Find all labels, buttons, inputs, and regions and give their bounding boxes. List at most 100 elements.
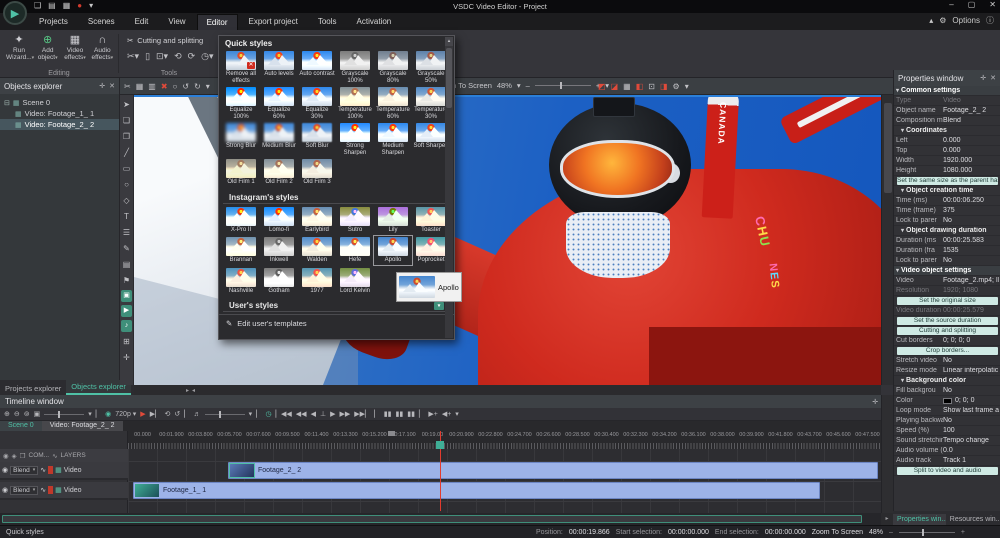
property-row[interactable]: ▾ Background color [894, 376, 1000, 386]
property-action-button[interactable]: Set the source duration [897, 317, 998, 325]
property-row[interactable]: Video Footage_2.mp4; ID [894, 276, 1000, 286]
clock-icon[interactable]: ◷ [266, 410, 272, 418]
property-row[interactable]: Left 0.000 [894, 136, 1000, 146]
preview-vertical-scrollbar[interactable] [881, 95, 893, 385]
property-row[interactable]: Video duration 00:00:25.579 [894, 306, 1000, 316]
zoom-out-icon[interactable]: ⊖ [14, 410, 20, 418]
timeline-horizontal-scrollbar[interactable] [0, 513, 881, 525]
set-cursor-icon[interactable]: ⊥ [320, 410, 326, 418]
timeline-clip[interactable]: Footage_1_ 1 [133, 482, 820, 499]
zoom-reset-icon[interactable]: ⊚ [24, 410, 30, 418]
loop-icon[interactable]: ⟲ [164, 410, 170, 418]
property-value[interactable]: No [943, 387, 999, 394]
prev-frame-icon[interactable]: ◀◀ [296, 410, 307, 418]
property-row[interactable]: Speed (%) 100 [894, 426, 1000, 436]
property-value[interactable]: Footage_2_ 2 [943, 107, 999, 114]
style-item[interactable]: Auto levels [260, 50, 298, 84]
tree-item-video[interactable]: ▦ Video: Footage_1_ 1 [0, 108, 119, 119]
more-caret-icon[interactable]: ▾ [685, 82, 689, 91]
expander-icon[interactable]: ▾ [896, 87, 899, 94]
caret-icon[interactable]: ▾ [249, 410, 253, 418]
speed-tool-icon[interactable]: ◷▾ [201, 51, 213, 62]
cut-icon[interactable]: ✂ [124, 82, 131, 91]
bound-start-icon[interactable]: ◧ [636, 82, 644, 91]
property-value[interactable]: 0.0 [943, 447, 999, 454]
zoom-slider[interactable] [899, 532, 955, 533]
property-row[interactable]: ▾ Coordinates [894, 126, 1000, 136]
property-row[interactable]: ▾ Video object settings [894, 266, 1000, 276]
style-item[interactable]: Grayscale 100% [336, 50, 374, 84]
edit-templates-row[interactable]: ✎ Edit user's templates [219, 314, 454, 332]
property-value[interactable]: 1920.000 [943, 157, 999, 164]
menu-item[interactable]: Projects [30, 14, 77, 29]
property-value[interactable]: No [943, 257, 999, 264]
lock-icon[interactable]: ◈ [12, 452, 17, 460]
go-start-icon[interactable]: ▏◀◀ [276, 410, 292, 418]
property-row[interactable]: Lock to parer No [894, 216, 1000, 226]
style-item[interactable]: Auto contrast [298, 50, 336, 84]
crop-tool-icon[interactable]: ⊡▾ [156, 51, 168, 62]
options-gear-icon[interactable]: ⚙ [939, 16, 946, 25]
preview-eye-icon[interactable]: ◉ [105, 410, 111, 418]
menu-item[interactable]: View [159, 14, 194, 29]
text-tool-icon[interactable]: T [121, 209, 133, 224]
property-value[interactable]: Footage_2.mp4; ID [943, 277, 999, 284]
property-row[interactable]: Lock to parer No [894, 256, 1000, 266]
property-value[interactable]: Tempo change [943, 437, 999, 444]
timeline-tab-clip[interactable]: Video: Footage_2_ 2 [42, 421, 123, 431]
tree-item-video[interactable]: ▦ Video: Footage_2_ 2 [0, 119, 119, 130]
add-object-button[interactable]: ⊕ Add object▾ [36, 33, 59, 62]
timeline-scroll-arrow[interactable]: ▸ [881, 513, 893, 525]
refresh-icon[interactable]: ↺ [174, 410, 180, 418]
property-row[interactable]: Type Video [894, 96, 1000, 106]
separator[interactable]: ▏ [96, 410, 101, 418]
property-row[interactable]: Cut borders 0; 0; 0; 0 [894, 336, 1000, 346]
zoom-out-minus[interactable]: – [526, 81, 530, 90]
timeline-cursor-marker[interactable] [436, 441, 444, 449]
property-row[interactable]: Height 1080.000 [894, 166, 1000, 176]
timeline-ruler[interactable]: 00.00000:01.90000:03.80000:05.70000:07.6… [128, 431, 881, 449]
composition-label[interactable]: COM... [29, 452, 50, 459]
preview-zoom-slider[interactable] [535, 85, 591, 86]
style-item[interactable]: Grayscale 80% [374, 50, 412, 84]
preview-horizontal-scrollbar[interactable]: ▸ ◂ [134, 385, 881, 395]
property-row[interactable]: Time (ms) 00:00:06.250 [894, 196, 1000, 206]
sprite-tool-icon[interactable]: ❏ [121, 113, 133, 128]
property-row[interactable]: Duration (ms 00:00:25.583 [894, 236, 1000, 246]
property-row[interactable]: Resize mode Linear interpolatic [894, 366, 1000, 376]
property-row[interactable]: Set the original size [894, 296, 1000, 306]
caret-icon[interactable]: ▾ [88, 410, 92, 418]
separator[interactable]: ▏ [374, 410, 379, 418]
pin-icon[interactable]: ✛ [872, 398, 878, 406]
timeline-vertical-scrollbar[interactable] [881, 395, 893, 513]
line-tool-icon[interactable]: ╱ [121, 145, 133, 160]
pin-icon[interactable]: ✛ [980, 74, 986, 82]
property-value[interactable]: 1080.000 [943, 167, 999, 174]
property-value[interactable]: 100 [943, 427, 999, 434]
property-row[interactable]: Composition m Blend [894, 116, 1000, 126]
style-item[interactable]: Old Film 2 [260, 158, 298, 187]
add-audio-icon[interactable]: ♪ [121, 320, 132, 332]
property-value[interactable]: Track 1 [943, 457, 999, 464]
selection-frame-icon[interactable]: ⊡ [648, 82, 655, 91]
property-row[interactable]: ▾ Common settings [894, 86, 1000, 96]
style-item[interactable]: Gotham [260, 267, 298, 296]
expander-icon[interactable]: ▾ [901, 227, 904, 234]
property-value[interactable]: Linear interpolatic [943, 367, 999, 374]
device-tool-icon[interactable]: ▯ [145, 51, 150, 62]
style-item[interactable]: Strong Sharpen [336, 122, 374, 156]
scroll-up-icon[interactable]: ▴ [445, 37, 453, 46]
property-value[interactable]: 375 [943, 207, 999, 214]
chart-tool-icon[interactable]: ▤ [121, 257, 133, 272]
selection-in-icon[interactable]: ▶+ [428, 410, 437, 418]
movement-tool-icon[interactable]: ✛ [121, 350, 133, 365]
pause-icon[interactable]: ▮▮ [384, 410, 392, 418]
close-icon[interactable]: ✕ [990, 74, 996, 82]
property-value[interactable]: 1535 [943, 247, 999, 254]
property-value[interactable]: 1920; 1080 [943, 287, 999, 294]
caret-icon[interactable]: ▾ [455, 410, 459, 418]
duplicate-tool-icon[interactable]: ❐ [121, 129, 133, 144]
property-value[interactable]: 0; 0; 0 [955, 397, 999, 404]
property-value[interactable]: Video [943, 97, 999, 104]
settings-gear-icon[interactable]: ⚙ [673, 82, 680, 91]
